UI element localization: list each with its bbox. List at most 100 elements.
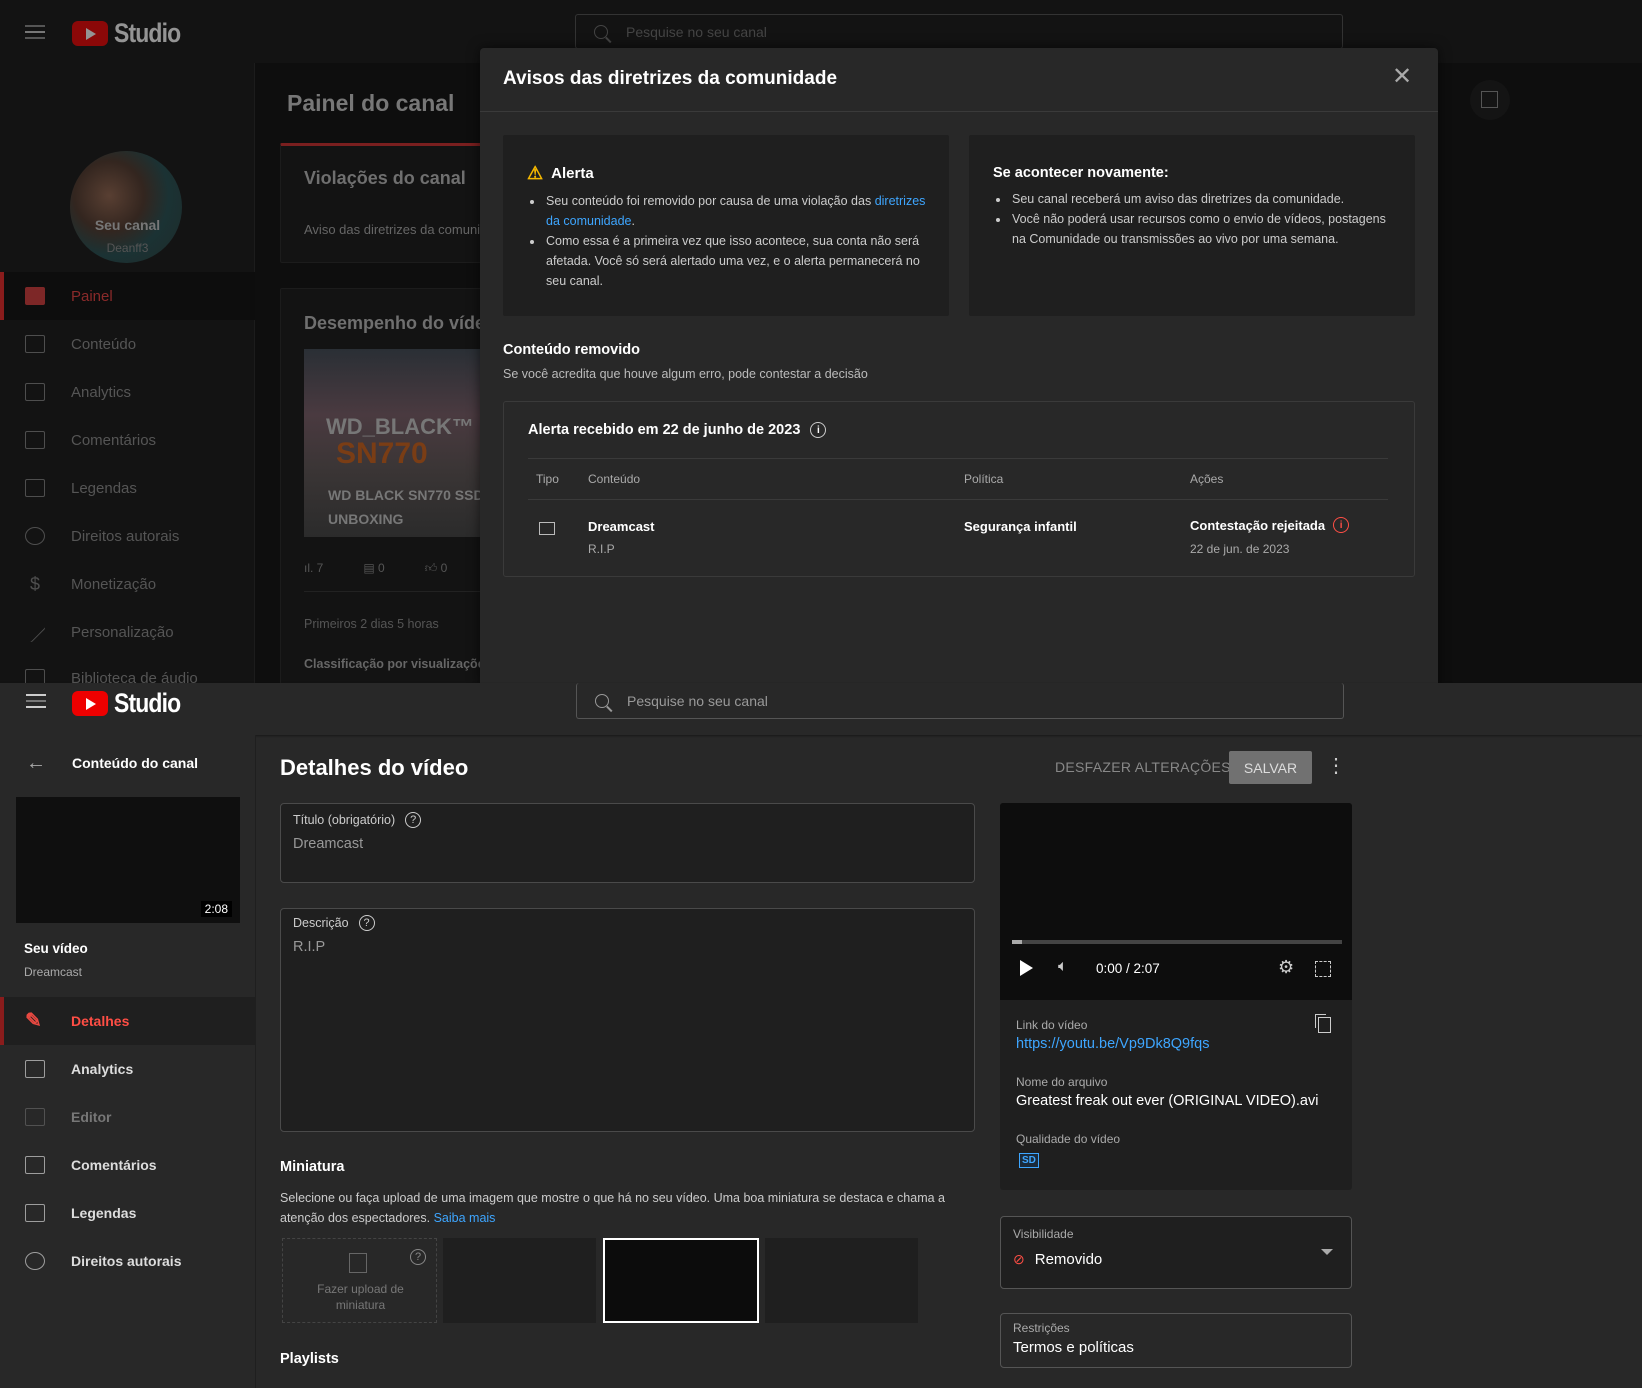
progress-bar[interactable] [1012,940,1342,944]
close-icon[interactable]: ✕ [1392,62,1412,91]
magic-wand-icon [24,621,46,643]
channel-handle: Deanff3 [106,241,149,255]
table-row: Dreamcast R.I.P Segurança infantil Conte… [504,500,1414,576]
sidebar-item-detalhes[interactable]: ✎ Detalhes [0,997,255,1045]
sidebar: ← Conteúdo do canal 2:08 Seu vídeo Dream… [0,735,256,1388]
views-stat: ıl. 7 [304,561,324,575]
help-icon[interactable]: ? [410,1249,426,1265]
sidebar-item-painel[interactable]: Painel [0,272,255,320]
back-to-content-link[interactable]: Conteúdo do canal [72,755,198,771]
subtitles-icon [25,1204,45,1222]
modal-title: Avisos das diretrizes da comunidade [503,68,838,89]
play-icon[interactable] [1020,960,1033,976]
sidebar-item-comentarios[interactable]: Comentários [0,416,255,464]
title-field[interactable]: Título (obrigatório)? Dreamcast [280,803,975,883]
upload-thumbnail-button[interactable]: ? Fazer upload de miniatura [282,1238,437,1323]
video-details-screen: Studio Pesquise no seu canal ← Conteúdo … [0,683,1642,1388]
edit-icon [1481,91,1498,108]
sidebar-item-monetizacao[interactable]: $ Monetização [0,560,255,608]
sidebar: Seu canal Deanff3 Painel Conteúdo Analyt… [0,63,255,683]
studio-logo[interactable]: Studio [72,688,192,719]
community-guidelines-modal: Avisos das diretrizes da comunidade ✕ ⚠ … [480,48,1438,683]
sidebar-item-comentarios[interactable]: Comentários [0,1141,255,1189]
likes-stat: 👍︎ 0 [424,561,448,575]
sidebar-item-analytics[interactable]: Analytics [0,368,255,416]
search-input[interactable]: Pesquise no seu canal [576,683,1344,719]
menu-icon[interactable] [25,25,45,39]
info-icon[interactable]: i [810,422,827,438]
sidebar-item-editor[interactable]: Editor [0,1093,255,1141]
thumbnail-option-3[interactable] [765,1238,918,1323]
analytics-icon [25,383,45,401]
edit-button[interactable] [1470,80,1510,120]
dashboard-screen: Studio Pesquise no seu canal Seu canal D… [0,0,1642,683]
sidebar-item-direitos[interactable]: Direitos autorais [0,1237,255,1285]
help-icon[interactable]: ? [405,812,422,828]
description-field[interactable]: Descrição? R.I.P [280,908,975,1132]
editor-clapper-icon [25,1108,45,1126]
subtitles-icon [25,479,45,497]
video-player[interactable]: 🔈︎ 0:00 / 2:07 ⚙ [1000,803,1352,1000]
copy-icon[interactable] [1318,1017,1331,1033]
strike-table: Alerta recebido em 22 de junho de 2023 i… [503,401,1415,577]
analytics-icon [25,1060,45,1078]
restrictions-field[interactable]: Restrições Termos e políticas [1000,1313,1352,1368]
content-icon [25,335,45,353]
thumbnail-option-1[interactable] [443,1238,596,1323]
video-thumbnail[interactable]: WD_BLACK™ SN770 WD BLACK SN770 SSD UNBOX… [304,349,504,537]
sidebar-item-personalizacao[interactable]: Personalização [0,608,255,656]
video-link[interactable]: https://youtu.be/Vp9Dk8Q9fqs [1016,1036,1209,1052]
sidebar-item-analytics[interactable]: Analytics [0,1045,255,1093]
warning-icon: ⚠ [527,163,544,183]
pencil-icon: ✎ [25,1010,42,1032]
thumbnail-section-title: Miniatura [280,1159,345,1175]
video-thumbnail[interactable]: 2:08 [16,797,240,923]
copyright-icon [25,527,45,545]
menu-icon[interactable] [26,694,46,708]
fullscreen-icon[interactable] [1315,961,1331,977]
comments-stat: ▤ 0 [363,561,385,575]
dashboard-icon [25,287,45,305]
add-image-icon [349,1253,367,1273]
studio-logo[interactable]: Studio [72,18,192,49]
alert-box: ⚠ Alerta Seu conteúdo foi removido por c… [503,135,949,316]
sidebar-item-conteudo[interactable]: Conteúdo [0,320,255,368]
filename: Greatest freak out ever (ORIGINAL VIDEO)… [1016,1093,1319,1109]
copyright-icon [25,1252,45,1270]
violations-link[interactable]: Aviso das diretrizes da comuni [304,222,480,237]
sidebar-item-biblioteca[interactable]: Biblioteca de áudio [0,654,255,683]
help-icon[interactable]: ? [358,915,375,931]
header: Studio Pesquise no seu canal [0,683,1642,735]
sidebar-item-direitos[interactable]: Direitos autorais [0,512,255,560]
more-options-icon[interactable]: ⋮ [1326,753,1346,778]
visibility-select[interactable]: Visibilidade ⊘ Removido [1000,1216,1352,1289]
duration-badge: 2:08 [200,901,232,917]
error-info-icon[interactable]: i [1333,517,1350,533]
alert-bullets: Seu conteúdo foi removido por causa de u… [527,191,927,291]
save-button[interactable]: SALVAR [1229,751,1312,784]
sidebar-item-legendas[interactable]: Legendas [0,1189,255,1237]
dropdown-arrow-icon [1321,1249,1333,1255]
audio-library-icon [25,669,45,683]
back-arrow-icon[interactable]: ← [26,752,46,775]
search-icon [594,24,608,39]
eye-off-icon: ⊘ [1013,1251,1025,1267]
comments-icon [25,1156,45,1174]
comments-icon [25,431,45,449]
sidebar-item-legendas[interactable]: Legendas [0,464,255,512]
undo-changes-button[interactable]: DESFAZER ALTERAÇÕES [1055,759,1231,775]
volume-icon[interactable]: 🔈︎ [1058,958,1068,976]
playlists-section-title: Playlists [280,1351,339,1367]
divider [480,111,1438,112]
time-display: 0:00 / 2:07 [1096,961,1160,976]
video-preview-panel: 🔈︎ 0:00 / 2:07 ⚙ Link do vídeo https://y… [1000,803,1352,1190]
youtube-logo-icon [72,691,108,716]
dollar-icon: $ [29,574,40,594]
search-input[interactable]: Pesquise no seu canal [575,14,1343,49]
sd-quality-badge: SD [1019,1153,1039,1168]
learn-more-link[interactable]: Saiba mais [434,1211,496,1225]
thumbnail-option-2-selected[interactable] [603,1238,759,1323]
video-icon [539,522,555,535]
settings-gear-icon[interactable]: ⚙ [1278,957,1294,978]
channel-label: Seu canal [94,217,161,233]
